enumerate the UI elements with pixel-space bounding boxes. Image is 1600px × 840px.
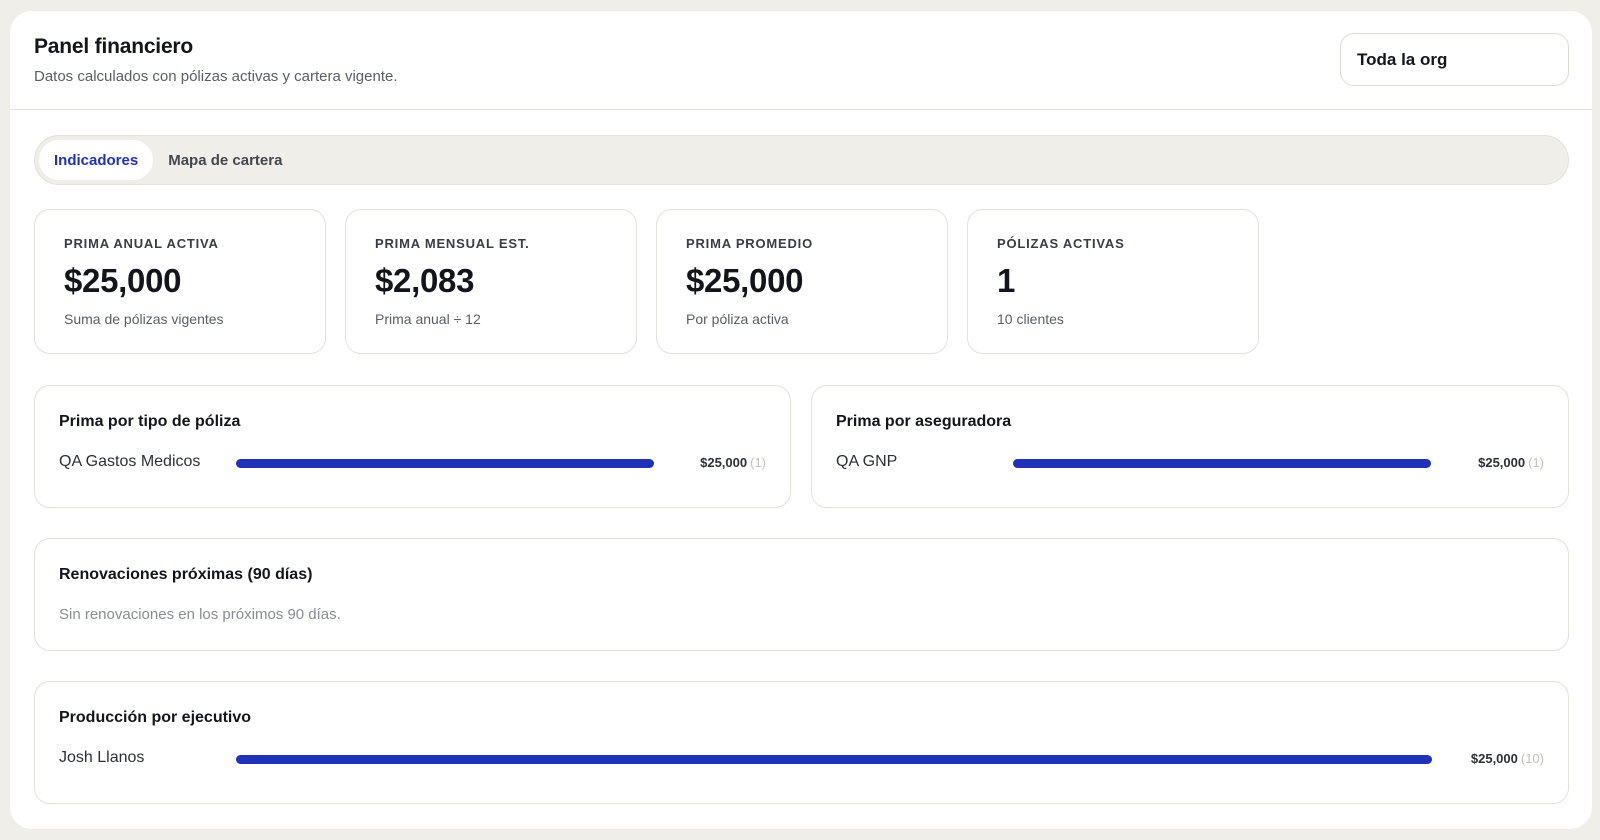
bar-count: (10) [1520, 751, 1544, 766]
section-title: Producción por ejecutivo [59, 709, 252, 726]
page-title: Panel financiero [34, 35, 194, 58]
bar-label: Josh Llanos [59, 749, 145, 766]
kpi-card-prima-promedio: PRIMA PROMEDIO $25,000 Por póliza activa [656, 209, 948, 354]
bar-row: QA GNP $25,000 (1) [836, 453, 1544, 473]
kpi-label: PRIMA ANUAL ACTIVA [64, 236, 219, 251]
financial-panel: Panel financiero Datos calculados con pó… [10, 11, 1592, 829]
bar-label: QA Gastos Medicos [59, 453, 201, 470]
section-title: Prima por aseguradora [836, 413, 1012, 430]
kpi-label: PÓLIZAS ACTIVAS [997, 236, 1125, 251]
kpi-note: Prima anual ÷ 12 [375, 311, 481, 327]
kpi-note: Suma de pólizas vigentes [64, 311, 224, 327]
bar-value: $25,000 (10) [1471, 751, 1544, 766]
org-selector[interactable]: Toda la org [1340, 33, 1569, 86]
kpi-card-prima-anual: PRIMA ANUAL ACTIVA $25,000 Suma de póliz… [34, 209, 326, 354]
bar-value: $25,000 (1) [1478, 455, 1544, 470]
kpi-note: Por póliza activa [686, 311, 789, 327]
bar-fill [236, 459, 654, 468]
bar-amount: $25,000 [700, 455, 748, 470]
section-title: Prima por tipo de póliza [59, 413, 241, 430]
card-renovaciones: Renovaciones próximas (90 días) Sin reno… [34, 538, 1569, 651]
section-title: Renovaciones próximas (90 días) [59, 566, 313, 583]
panel-header: Panel financiero Datos calculados con pó… [10, 11, 1592, 110]
bar-amount: $25,000 [1478, 455, 1526, 470]
kpi-card-prima-mensual: PRIMA MENSUAL EST. $2,083 Prima anual ÷ … [345, 209, 637, 354]
tab-mapa-de-cartera[interactable]: Mapa de cartera [153, 140, 297, 180]
bar-row: QA Gastos Medicos $25,000 (1) [59, 453, 766, 473]
page-subtitle: Datos calculados con pólizas activas y c… [34, 68, 398, 85]
tab-bar: Indicadores Mapa de cartera [34, 135, 1569, 185]
kpi-card-polizas-activas: PÓLIZAS ACTIVAS 1 10 clientes [967, 209, 1259, 354]
bar-value: $25,000 (1) [700, 455, 766, 470]
card-produccion-por-ejecutivo: Producción por ejecutivo Josh Llanos $25… [34, 681, 1569, 804]
kpi-label: PRIMA PROMEDIO [686, 236, 814, 251]
bar-label: QA GNP [836, 453, 898, 470]
kpi-value: $25,000 [64, 262, 182, 299]
empty-state-text: Sin renovaciones en los próximos 90 días… [59, 606, 341, 623]
card-prima-por-tipo: Prima por tipo de póliza QA Gastos Medic… [34, 385, 791, 508]
bar-track [236, 755, 1432, 764]
tab-indicadores[interactable]: Indicadores [39, 140, 154, 180]
bar-amount: $25,000 [1470, 751, 1518, 766]
org-selector-value: Toda la org [1357, 49, 1448, 69]
kpi-value: $25,000 [686, 262, 804, 299]
bar-fill [236, 755, 1432, 764]
bar-row: Josh Llanos $25,000 (10) [59, 749, 1544, 769]
bar-track [1013, 459, 1431, 468]
kpi-value: 1 [997, 262, 1016, 299]
bar-count: (1) [1528, 455, 1544, 470]
bar-count: (1) [750, 455, 766, 470]
bar-fill [1013, 459, 1431, 468]
kpi-note: 10 clientes [997, 311, 1064, 327]
kpi-value: $2,083 [375, 262, 475, 299]
kpi-label: PRIMA MENSUAL EST. [375, 236, 530, 251]
card-prima-por-aseguradora: Prima por aseguradora QA GNP $25,000 (1) [811, 385, 1569, 508]
bar-track [236, 459, 654, 468]
